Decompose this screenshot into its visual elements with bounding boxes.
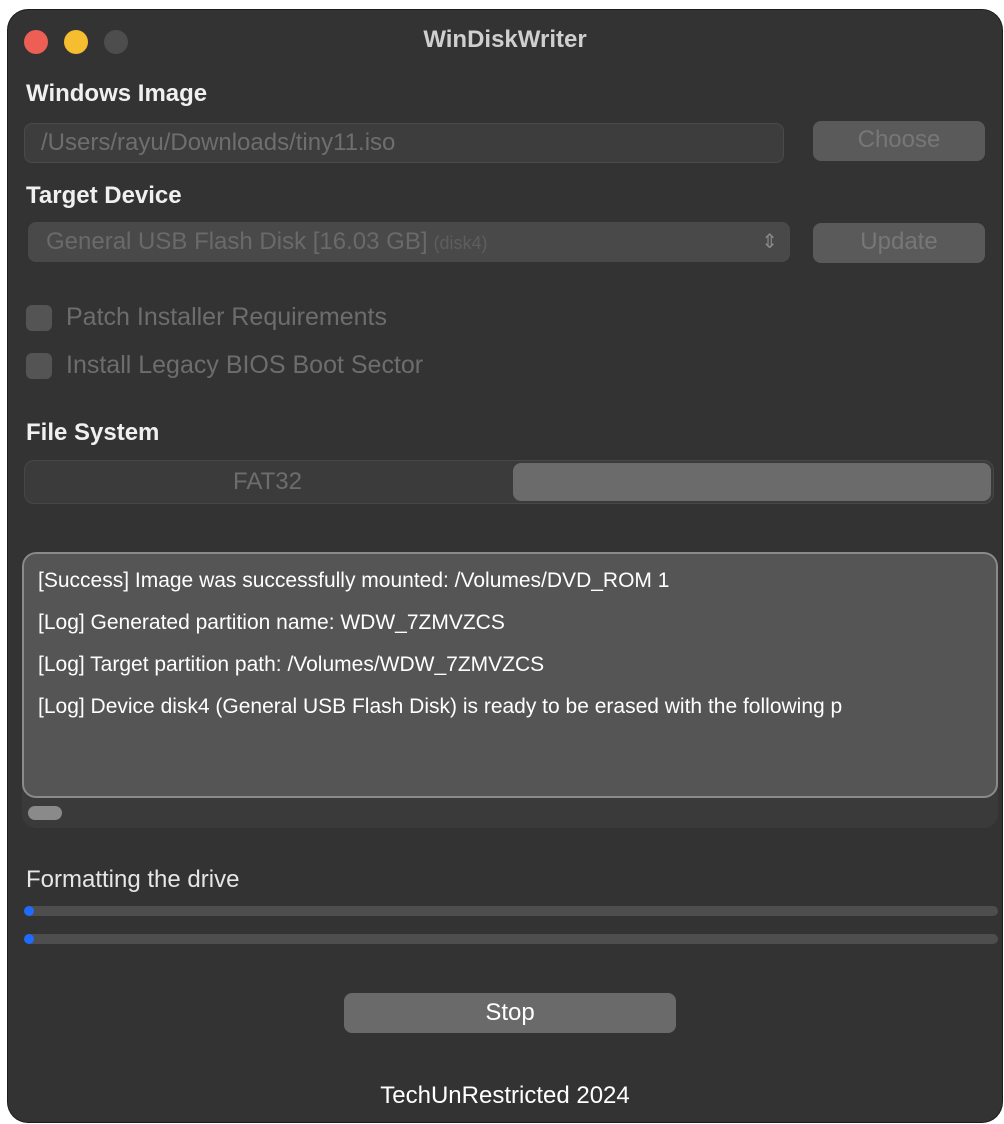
title-bar: WinDiskWriter (8, 10, 1002, 70)
footer-credit: TechUnRestricted 2024 (380, 1082, 630, 1109)
legacy-bios-label: Install Legacy BIOS Boot Sector (66, 351, 424, 379)
progress-status-text: Formatting the drive (26, 866, 240, 893)
app-window: WinDiskWriter Windows Image /Users/rayu/… (8, 10, 1002, 1122)
progress-bar-primary (24, 906, 998, 916)
window-title: WinDiskWriter (423, 26, 587, 53)
legacy-bios-checkbox[interactable] (26, 353, 52, 379)
patch-installer-checkbox[interactable] (26, 305, 52, 331)
progress-bar-primary-fill (24, 906, 34, 916)
log-line: [Success] Image was successfully mounted… (38, 569, 670, 592)
target-device-select[interactable]: General USB Flash Disk [16.03 GB] (disk4)… (28, 222, 790, 262)
log-line: [Log] Generated partition name: WDW_7ZMV… (38, 611, 505, 634)
log-scroll-view[interactable]: [Success] Image was successfully mounted… (22, 552, 998, 828)
windows-image-path-field[interactable]: /Users/rayu/Downloads/tiny11.iso (24, 123, 784, 163)
horizontal-scrollbar-thumb[interactable] (28, 806, 62, 820)
file-system-segmented-control: FAT32 (24, 460, 994, 504)
target-device-id: (disk4) (433, 233, 488, 253)
target-device-label: Target Device (26, 182, 182, 209)
chevron-updown-icon: ⇕ (761, 231, 778, 253)
patch-installer-label: Patch Installer Requirements (66, 303, 387, 331)
file-system-option-selected[interactable] (513, 463, 991, 501)
progress-bar-secondary-fill (24, 934, 34, 944)
choose-button[interactable]: Choose (813, 121, 985, 161)
progress-bar-secondary (24, 934, 998, 944)
file-system-label: File System (26, 419, 160, 446)
windows-image-label: Windows Image (26, 80, 208, 107)
stop-button[interactable]: Stop (344, 993, 676, 1033)
log-line: [Log] Target partition path: /Volumes/WD… (38, 653, 545, 676)
target-device-selected: General USB Flash Disk [16.03 GB] (46, 228, 428, 255)
log-text-area[interactable]: [Success] Image was successfully mounted… (22, 552, 998, 798)
update-button[interactable]: Update (813, 223, 985, 263)
file-system-option-fat32[interactable]: FAT32 (25, 461, 510, 503)
log-line: [Log] Device disk4 (General USB Flash Di… (38, 695, 843, 718)
